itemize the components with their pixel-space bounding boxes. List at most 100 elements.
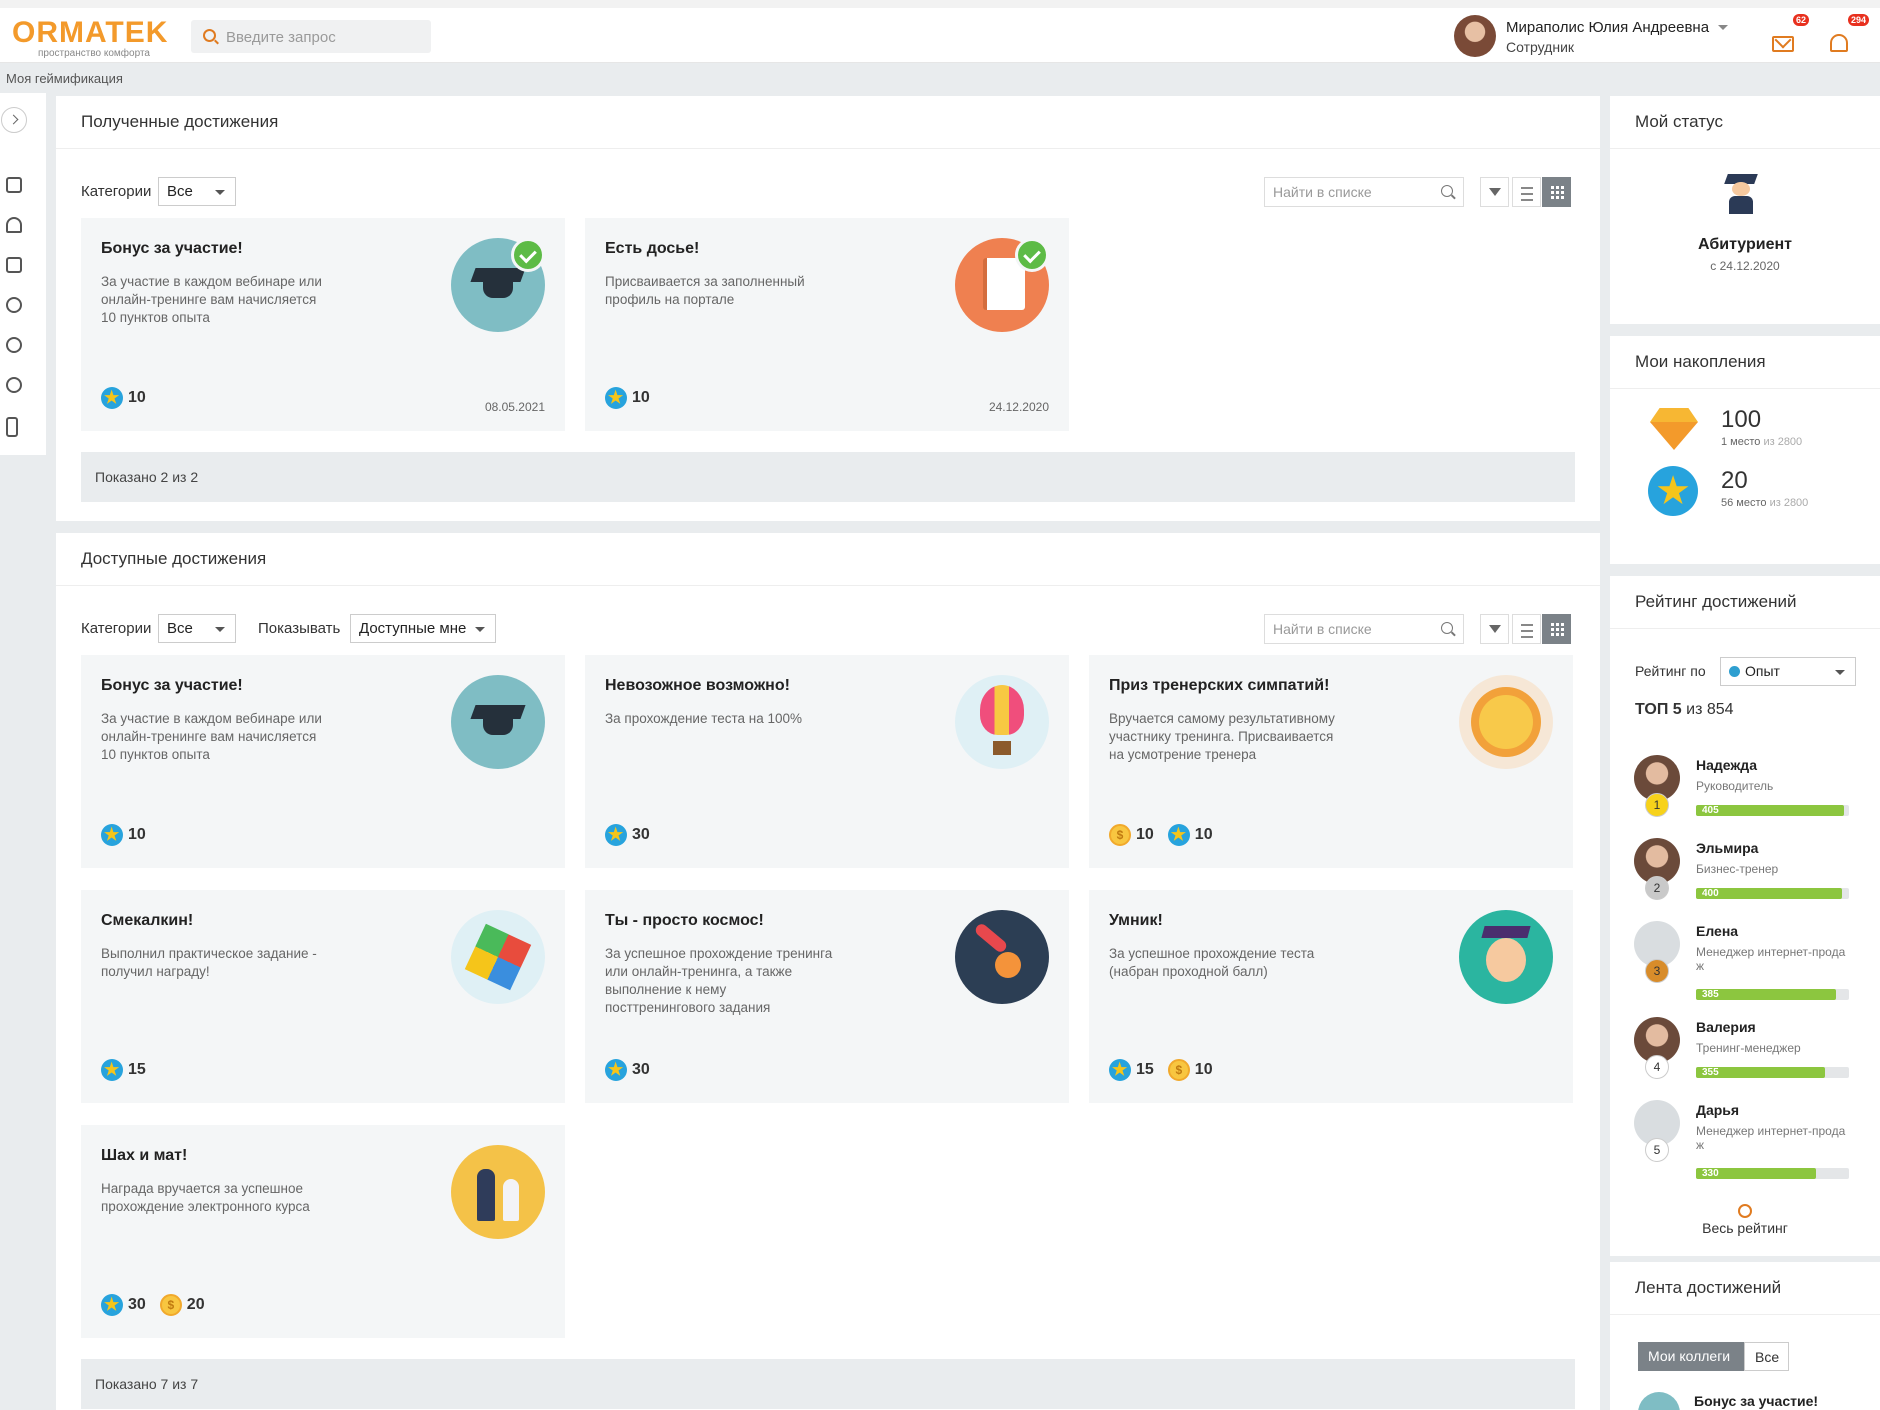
reward-value: 10 bbox=[128, 389, 146, 406]
card-description: Награда вручается за успешное прохождени… bbox=[101, 1181, 310, 1214]
filter-button[interactable] bbox=[1480, 177, 1509, 207]
achievement-card[interactable]: Бонус за участие! За участие в каждом ве… bbox=[81, 655, 565, 868]
show-label: Показывать bbox=[258, 620, 341, 637]
star-icon: ★ bbox=[1648, 466, 1698, 516]
stars-value: 20 bbox=[1721, 467, 1748, 494]
categories-select[interactable]: Все bbox=[158, 614, 236, 643]
achievement-card[interactable]: Ты - просто космос! За успешное прохожде… bbox=[585, 890, 1069, 1103]
categories-select[interactable]: Все bbox=[158, 177, 236, 206]
user-menu[interactable]: Мираполис Юлия Андреевна Сотрудник bbox=[1454, 15, 1754, 61]
calendar-icon[interactable] bbox=[6, 257, 22, 273]
rating-role: Руководитель bbox=[1696, 779, 1774, 793]
grid-view-button[interactable] bbox=[1542, 177, 1571, 207]
rating-role: Бизнес-тренер bbox=[1696, 862, 1779, 876]
shown-count: Показано 2 из 2 bbox=[81, 452, 1575, 502]
rating-name[interactable]: Елена bbox=[1696, 923, 1738, 939]
card-date: 08.05.2021 bbox=[484, 400, 545, 414]
rank-badge: 4 bbox=[1645, 1055, 1669, 1079]
rank-badge: 1 bbox=[1645, 793, 1669, 817]
divider bbox=[1610, 628, 1880, 629]
rubiks-cube-icon bbox=[451, 910, 545, 1004]
bell-icon[interactable] bbox=[1830, 34, 1848, 52]
stars-place-text: 56 место bbox=[1721, 497, 1767, 509]
card-description: За участие в каждом вебинаре или онлайн-… bbox=[101, 274, 322, 325]
play-icon[interactable] bbox=[6, 297, 22, 313]
mobile-icon[interactable] bbox=[6, 417, 18, 437]
achievement-card[interactable]: Бонус за участие! За участие в каждом ве… bbox=[81, 218, 565, 431]
graduation-cap-icon bbox=[451, 675, 545, 769]
achievement-card[interactable]: Есть досье! Присваивается за заполненный… bbox=[585, 218, 1069, 431]
list-search-input[interactable]: Найти в списке bbox=[1264, 177, 1464, 207]
grid-view-button[interactable] bbox=[1542, 614, 1571, 644]
graduation-icon[interactable] bbox=[6, 217, 22, 233]
reward-value: 15 bbox=[128, 1061, 146, 1078]
score-value: 400 bbox=[1696, 888, 1842, 899]
card-reward: 10 bbox=[605, 387, 664, 409]
top-count: ТОП 5 из 854 bbox=[1635, 701, 1734, 719]
student-icon bbox=[1724, 174, 1758, 214]
all-rating-text: Весь рейтинг bbox=[1702, 1220, 1788, 1236]
show-select[interactable]: Доступные мне bbox=[350, 614, 496, 643]
tab-all[interactable]: Все bbox=[1744, 1342, 1789, 1371]
list-search-input[interactable]: Найти в списке bbox=[1264, 614, 1464, 644]
categories-label: Категории bbox=[81, 183, 152, 200]
reward-value: 30 bbox=[128, 1296, 146, 1313]
top-bar: ORMATEK пространство комфорта Введите за… bbox=[0, 0, 1880, 63]
chess-icon bbox=[451, 1145, 545, 1239]
gems-place: 1 место из 2800 bbox=[1721, 436, 1802, 448]
star-icon bbox=[101, 1294, 123, 1316]
left-nav bbox=[0, 93, 46, 455]
panel-title: Лента достижений bbox=[1635, 1278, 1782, 1297]
rating-name[interactable]: Эльмира bbox=[1696, 840, 1758, 856]
tab-my-colleagues[interactable]: Мои коллеги bbox=[1638, 1342, 1744, 1371]
breadcrumb[interactable]: Моя геймификация bbox=[0, 63, 1880, 93]
rating-name[interactable]: Дарья bbox=[1696, 1102, 1739, 1118]
rating-name[interactable]: Валерия bbox=[1696, 1019, 1756, 1035]
mail-icon[interactable] bbox=[1772, 36, 1794, 52]
shown-count: Показано 7 из 7 bbox=[81, 1359, 1575, 1409]
filter-button[interactable] bbox=[1480, 614, 1509, 644]
search-input[interactable]: Введите запрос bbox=[226, 29, 336, 46]
rating-by-select[interactable]: Опыт bbox=[1720, 657, 1856, 686]
achievement-feed-panel: Лента достижений Мои коллеги Все Бонус з… bbox=[1610, 1262, 1880, 1410]
global-search[interactable]: Введите запрос bbox=[191, 20, 431, 53]
achievement-card[interactable]: Шах и мат! Награда вручается за успешное… bbox=[81, 1125, 565, 1338]
card-title: Есть досье! bbox=[605, 240, 700, 257]
card-reward: $10 10 bbox=[1109, 824, 1227, 846]
reward-value: 20 bbox=[186, 1296, 205, 1313]
card-description: Вручается самому результативному участни… bbox=[1109, 711, 1335, 762]
achievement-card[interactable]: Умник! За успешное прохождение теста (на… bbox=[1089, 890, 1573, 1103]
user-role: Сотрудник bbox=[1506, 39, 1575, 55]
card-reward: 10 bbox=[101, 387, 160, 409]
available-achievements-panel: Доступные достижения Категории Все Показ… bbox=[56, 533, 1600, 1410]
reward-value: 30 bbox=[632, 826, 650, 843]
logo[interactable]: ORMATEK пространство комфорта bbox=[12, 16, 168, 59]
chevron-down-icon[interactable] bbox=[1718, 25, 1728, 30]
rating-role: Менеджер интернет-прода ж bbox=[1696, 1124, 1846, 1152]
expand-nav-button[interactable] bbox=[1, 107, 27, 133]
star-icon bbox=[605, 387, 627, 409]
search-person-icon[interactable] bbox=[6, 377, 22, 393]
card-title: Шах и мат! bbox=[101, 1147, 188, 1164]
card-reward: 30 $20 bbox=[101, 1294, 219, 1316]
check-icon bbox=[511, 238, 545, 272]
feed-item-title[interactable]: Бонус за участие! bbox=[1694, 1393, 1818, 1409]
home-icon[interactable] bbox=[6, 177, 22, 193]
card-title: Бонус за участие! bbox=[101, 677, 243, 694]
card-description: За успешное прохождение теста (набран пр… bbox=[1109, 946, 1315, 979]
rating-name[interactable]: Надежда bbox=[1696, 757, 1757, 773]
award-icon[interactable] bbox=[6, 337, 22, 353]
card-description: За прохождение теста на 100% bbox=[605, 711, 803, 726]
achievement-card[interactable]: Невозожное возможно! За прохождение тест… bbox=[585, 655, 1069, 868]
achievement-card[interactable]: Смекалкин! Выполнил практическое задание… bbox=[81, 890, 565, 1103]
sun-icon bbox=[1459, 675, 1553, 769]
card-date: 24.12.2020 bbox=[988, 400, 1049, 414]
search-icon bbox=[203, 29, 216, 42]
rating-role: Тренинг-менеджер bbox=[1696, 1041, 1801, 1055]
achievement-card[interactable]: Приз тренерских симпатий! Вручается само… bbox=[1089, 655, 1573, 868]
all-rating-link[interactable]: Весь рейтинг bbox=[1610, 1204, 1880, 1236]
panel-title: Доступные достижения bbox=[81, 549, 267, 568]
list-view-button[interactable] bbox=[1512, 177, 1541, 207]
list-view-button[interactable] bbox=[1512, 614, 1541, 644]
globe-icon bbox=[1729, 666, 1740, 677]
